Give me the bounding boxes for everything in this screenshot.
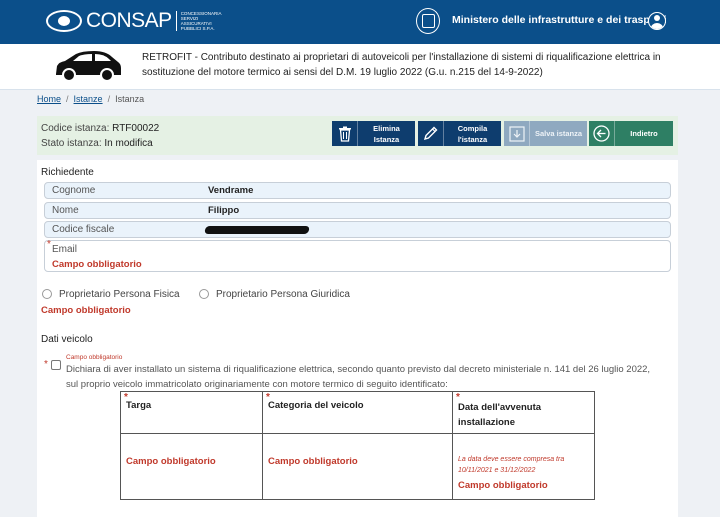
redacted-value — [204, 226, 310, 234]
persona-fisica-label: Proprietario Persona Fisica — [59, 289, 180, 300]
checkbox-error: Campo obbligatorio — [66, 354, 123, 361]
persona-giuridica-label: Proprietario Persona Giuridica — [216, 289, 350, 300]
logo-subtitle: CONCESSIONARIA SERVIZI ASSICURATIVI PUBB… — [175, 11, 226, 31]
targa-cell[interactable]: Campo obbligatorio — [120, 433, 263, 500]
vehicle-table: * Targa * Categoria del veicolo * Data dell… — [120, 391, 595, 500]
pencil-icon — [423, 126, 438, 141]
col-categoria: * Categoria del veicolo — [262, 391, 453, 434]
stato-label: Stato istanza: — [41, 138, 102, 149]
section-dati-veicolo: Dati veicolo — [41, 334, 93, 345]
back-label: Indietro — [630, 129, 658, 138]
consap-logo[interactable]: CONSAP CONCESSIONARIA SERVIZI ASSICURATI… — [46, 7, 226, 35]
back-arrow-icon — [593, 125, 610, 142]
delete-label-1: Elimina — [373, 123, 400, 133]
top-bar: CONSAP CONCESSIONARIA SERVIZI ASSICURATI… — [0, 0, 720, 44]
fill-label-1: Compila — [457, 123, 488, 133]
cognome-label: Cognome — [52, 185, 96, 196]
radio-persona-giuridica[interactable] — [199, 289, 209, 299]
delete-label-2: Istanza — [373, 134, 400, 144]
fill-form-button[interactable]: Compila l'istanza — [418, 121, 501, 146]
codice-label: Codice istanza: — [41, 123, 110, 134]
data-error: Campo obbligatorio — [458, 480, 548, 491]
republic-emblem-icon — [416, 8, 440, 34]
breadcrumb-current: Istanza — [115, 94, 145, 104]
stato-value: In modifica — [104, 138, 153, 149]
codice-fiscale-field[interactable]: Codice fiscale — [44, 221, 671, 238]
categoria-cell[interactable]: Campo obbligatorio — [262, 433, 453, 500]
required-star: * — [44, 359, 48, 370]
nome-value: Filippo — [208, 205, 240, 216]
logo-text: CONSAP — [86, 9, 172, 32]
back-button[interactable]: Indietro — [589, 121, 673, 146]
cognome-value: Vendrame — [208, 185, 254, 196]
breadcrumb: Home / Istanze / Istanza — [37, 94, 145, 104]
save-label: Salva istanza — [534, 129, 583, 138]
data-cell[interactable]: La data deve essere compresa tra 10/11/2… — [452, 433, 595, 500]
email-field[interactable]: * Email Campo obbligatorio — [44, 239, 671, 272]
consap-eye-icon — [46, 10, 82, 32]
fill-label-2: l'istanza — [457, 134, 488, 144]
delete-button[interactable]: Elimina Istanza — [332, 121, 415, 146]
download-icon — [508, 125, 525, 142]
date-range-note: La data deve essere compresa tra 10/11/2… — [458, 456, 565, 474]
user-icon[interactable] — [648, 12, 666, 30]
email-error: Campo obbligatorio — [52, 259, 142, 270]
categoria-error: Campo obbligatorio — [268, 456, 358, 467]
nome-field[interactable]: Nome Filippo — [44, 202, 671, 219]
codice-value: RTF00022 — [112, 123, 160, 134]
trash-icon — [338, 126, 351, 142]
required-star: * — [47, 239, 51, 250]
email-label: Email — [52, 244, 78, 255]
nome-label: Nome — [52, 205, 79, 216]
breadcrumb-istanze[interactable]: Istanze — [74, 94, 103, 104]
breadcrumb-home[interactable]: Home — [37, 94, 61, 104]
ministry-name: Ministero delle infrastrutture e dei tra… — [452, 14, 667, 26]
section-richiedente: Richiedente — [41, 167, 94, 178]
header-band: RETROFIT - Contributo destinato ai propr… — [0, 44, 720, 90]
radio-persona-fisica[interactable] — [42, 289, 52, 299]
cognome-field[interactable]: Cognome Vendrame — [44, 182, 671, 199]
declaration-checkbox[interactable] — [51, 360, 61, 370]
codice-fiscale-label: Codice fiscale — [52, 224, 115, 235]
col-data-installazione: * Data dell'avvenuta installazione — [452, 391, 595, 434]
car-icon — [56, 51, 121, 82]
page-title: RETROFIT - Contributo destinato ai propr… — [142, 52, 661, 78]
save-button[interactable]: Salva istanza — [504, 121, 587, 146]
col-targa: * Targa — [120, 391, 263, 434]
proprietario-error: Campo obbligatorio — [41, 305, 131, 316]
declaration-text: Dichiara di aver installato un sistema d… — [66, 364, 651, 390]
targa-error: Campo obbligatorio — [126, 456, 216, 467]
